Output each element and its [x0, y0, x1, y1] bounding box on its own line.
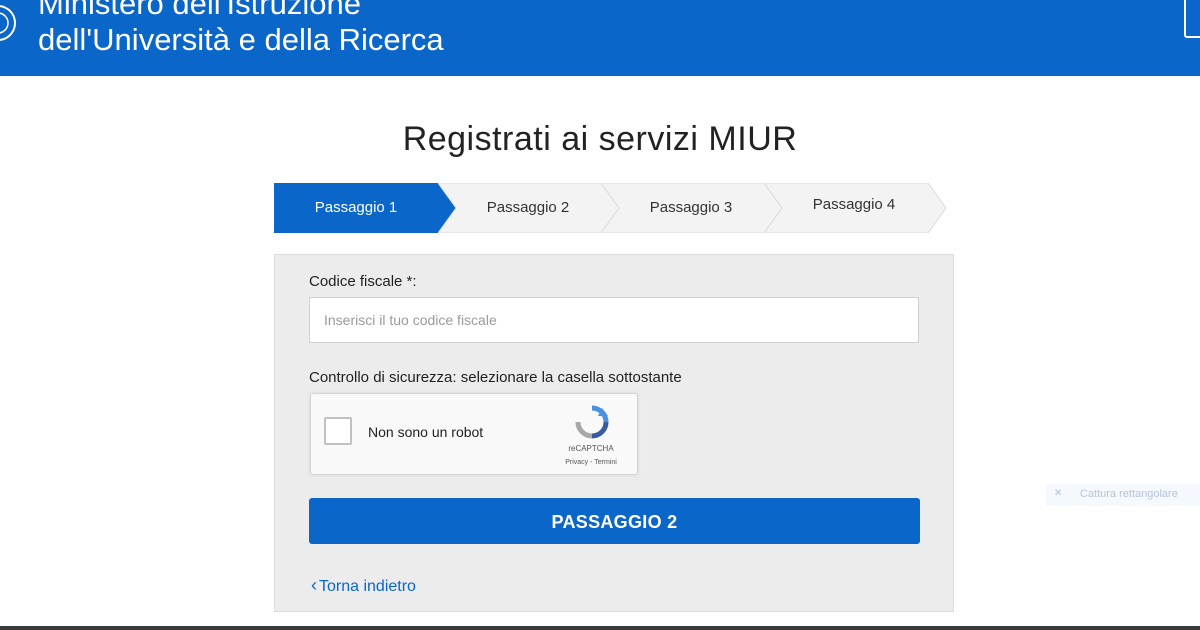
step-1: Passaggio 1 — [274, 183, 458, 233]
back-link-label: Torna indietro — [319, 578, 416, 595]
ministry-title: Ministero dell'Istruzione dell'Universit… — [38, 0, 444, 58]
step-2-label: Passaggio 2 — [486, 199, 570, 216]
recaptcha-brand: reCAPTCHA — [568, 444, 614, 453]
recaptcha-terms-link[interactable]: Privacy - Termini — [551, 459, 631, 466]
header-bar: Ministero dell'Istruzione dell'Universit… — [0, 0, 1200, 76]
recaptcha-widget: Non sono un robot reCAPTCHA Privacy - Te… — [310, 393, 638, 475]
recaptcha-icon — [575, 405, 609, 439]
registration-form: Codice fiscale *: Controllo di sicurezza… — [274, 254, 954, 612]
capture-tooltip: ✕ Cattura rettangolare — [1046, 484, 1200, 506]
recaptcha-checkbox[interactable] — [324, 417, 352, 445]
codice-fiscale-input[interactable] — [309, 297, 919, 343]
recaptcha-checkbox-label: Non sono un robot — [368, 424, 484, 440]
emblem-icon — [0, 5, 16, 41]
registration-stepper: Passaggio 1 Passaggio 2 Passaggio 3 Pass… — [274, 183, 947, 233]
next-step-button[interactable]: PASSAGGIO 2 — [309, 498, 920, 544]
step-3-label: Passaggio 3 — [649, 199, 733, 216]
bottom-edge — [0, 626, 1200, 630]
step-4-label: Passaggio 4 — [812, 196, 896, 213]
back-link[interactable]: ‹ Torna indietro — [311, 575, 416, 596]
page-title: Registrati ai servizi MIUR — [402, 120, 798, 158]
header-menu-button[interactable] — [1184, 0, 1200, 38]
step-1-label: Passaggio 1 — [314, 199, 398, 216]
close-icon[interactable]: ✕ — [1054, 488, 1062, 499]
step-4: Passaggio 4 — [764, 183, 947, 233]
codice-fiscale-label: Codice fiscale *: — [309, 273, 417, 290]
ministry-title-line1: Ministero dell'Istruzione — [38, 0, 361, 21]
ministry-title-line2: dell'Università e della Ricerca — [38, 22, 444, 57]
step-3: Passaggio 3 — [601, 183, 783, 233]
chevron-left-icon: ‹ — [311, 575, 317, 595]
captcha-instruction: Controllo di sicurezza: selezionare la c… — [309, 369, 682, 386]
step-2: Passaggio 2 — [438, 183, 620, 233]
capture-tooltip-label: Cattura rettangolare — [1080, 488, 1178, 500]
